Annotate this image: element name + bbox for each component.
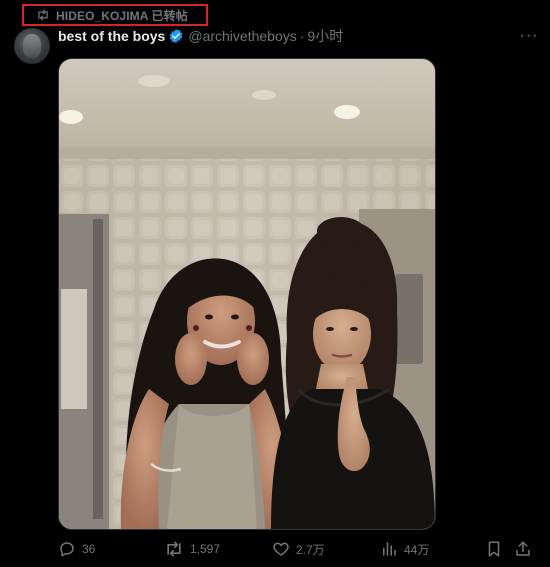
- bookmark-button[interactable]: [486, 538, 502, 560]
- verified-badge-icon: [168, 28, 184, 44]
- post-time[interactable]: 9小时: [307, 26, 343, 46]
- views-count: 44万: [404, 542, 430, 557]
- repost-count: 1,597: [190, 542, 221, 556]
- user-handle[interactable]: @archivetheboys: [188, 28, 296, 44]
- action-bar: 36 1,597 2.7万 44万: [58, 538, 540, 560]
- photo-illustration: [59, 59, 435, 529]
- repost-button[interactable]: 1,597: [164, 538, 220, 560]
- views-icon: [380, 540, 398, 558]
- post-header: best of the boys @archivetheboys · 9小时: [58, 26, 536, 46]
- repost-icon: [36, 9, 50, 21]
- reply-icon: [58, 540, 76, 558]
- like-count: 2.7万: [296, 542, 325, 557]
- post-photo[interactable]: [58, 58, 436, 530]
- share-icon: [514, 540, 532, 558]
- separator-dot: ·: [299, 28, 305, 44]
- repost-icon: [164, 540, 184, 558]
- views-button[interactable]: 44万: [380, 538, 429, 560]
- repost-indicator[interactable]: HIDEO_KOJIMA 已转帖: [22, 4, 208, 26]
- tweet-card[interactable]: HIDEO_KOJIMA 已转帖 best of the boys @archi…: [0, 0, 550, 567]
- avatar[interactable]: [14, 28, 50, 64]
- share-button[interactable]: [514, 538, 532, 560]
- reply-button[interactable]: 36: [58, 538, 95, 560]
- bookmark-icon: [486, 540, 502, 558]
- reply-count: 36: [82, 542, 96, 556]
- display-name[interactable]: best of the boys: [58, 28, 165, 44]
- heart-icon: [272, 540, 290, 558]
- more-icon: ···: [519, 27, 539, 44]
- repost-label: HIDEO_KOJIMA 已转帖: [56, 8, 188, 23]
- more-options-button[interactable]: ···: [518, 27, 540, 44]
- like-button[interactable]: 2.7万: [272, 538, 325, 560]
